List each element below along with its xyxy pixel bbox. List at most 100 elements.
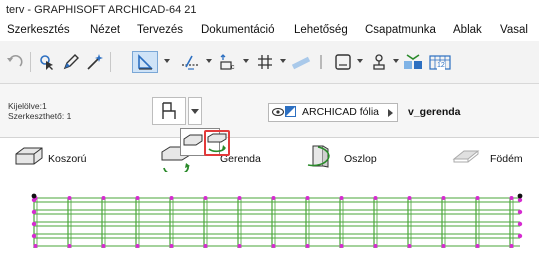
beam-node[interactable]	[101, 244, 106, 248]
highlighted-beam-rotate-option[interactable]	[204, 130, 230, 156]
beam-grid-drawing	[31, 193, 523, 248]
trace-icon	[373, 54, 385, 70]
grid-snap-button[interactable]	[254, 51, 276, 73]
undo-icon	[7, 54, 23, 67]
beam-node[interactable]	[407, 244, 412, 248]
layers-button[interactable]	[332, 51, 354, 73]
dimension-icon: c	[220, 54, 235, 71]
beam-node[interactable]	[509, 244, 514, 248]
corner-hotspot[interactable]	[31, 193, 37, 199]
beam-node[interactable]	[517, 197, 523, 203]
beam-node[interactable]	[373, 196, 378, 200]
floor-plan-canvas[interactable]	[0, 180, 539, 248]
arrow-tool-icon	[40, 55, 53, 70]
beam-node[interactable]	[169, 196, 174, 200]
chevron-right-icon	[388, 109, 393, 117]
beam-node[interactable]	[203, 244, 208, 248]
beam-node[interactable]	[517, 221, 523, 227]
layer-color-icon	[285, 106, 296, 117]
beam-node[interactable]	[305, 196, 310, 200]
beam-node[interactable]	[339, 244, 344, 248]
beam-node[interactable]	[271, 196, 276, 200]
tool-koszoru[interactable]	[14, 144, 44, 170]
beam-node[interactable]	[31, 233, 37, 239]
beam-node[interactable]	[475, 244, 480, 248]
beam-node[interactable]	[475, 196, 480, 200]
align-icon	[182, 55, 198, 70]
align-button[interactable]	[178, 51, 202, 73]
beam-koszoru-icon	[15, 147, 43, 165]
beam-node[interactable]	[237, 196, 242, 200]
beam-node[interactable]	[305, 244, 310, 248]
beam-node[interactable]	[441, 196, 446, 200]
tool-fodem-label: Födém	[490, 153, 523, 165]
element-type-button[interactable]	[152, 97, 186, 125]
editable-count: Szerkeszthető: 1	[8, 111, 72, 121]
beam-node[interactable]	[517, 233, 523, 239]
chevron-down-icon[interactable]	[280, 58, 286, 64]
beam-node[interactable]	[31, 221, 37, 227]
chevron-down-icon[interactable]	[243, 58, 249, 64]
beam-node[interactable]	[509, 196, 514, 200]
beam-node[interactable]	[135, 196, 140, 200]
fill-button[interactable]	[314, 51, 328, 73]
beam-node[interactable]	[169, 244, 174, 248]
beam-node[interactable]	[373, 244, 378, 248]
eye-icon[interactable]	[272, 107, 284, 117]
toolbar-divider	[110, 52, 111, 72]
magic-wand-button[interactable]	[84, 51, 106, 73]
zoom-level-icon	[404, 54, 422, 69]
beam-rotate-icon	[207, 133, 227, 153]
selected-count: Kijelölve:1	[8, 101, 47, 111]
line-button[interactable]	[290, 51, 312, 73]
pencil-button[interactable]	[60, 51, 82, 73]
beam-node[interactable]	[339, 196, 344, 200]
beam-node[interactable]	[33, 244, 38, 248]
fill-icon	[320, 55, 322, 69]
menu-ablak[interactable]: Ablak	[453, 24, 482, 36]
beam-node[interactable]	[203, 196, 208, 200]
trace-button[interactable]	[368, 51, 390, 73]
chevron-down-icon[interactable]	[164, 58, 170, 64]
marquee-button[interactable]	[132, 51, 158, 73]
beam-variant-icon[interactable]	[182, 131, 204, 153]
element-type-dropdown[interactable]	[188, 97, 202, 125]
profile-name: v_gerenda	[408, 106, 461, 118]
tool-koszoru-label: Koszorú	[48, 153, 87, 165]
toolbar-divider	[30, 52, 31, 72]
beam-node[interactable]	[31, 209, 37, 215]
rectangle-marquee-icon	[138, 54, 153, 70]
chevron-down-icon[interactable]	[357, 58, 363, 64]
menu-csapatmunka[interactable]: Csapatmunka	[365, 24, 436, 36]
slab-icon	[452, 150, 480, 163]
menu-tervezes[interactable]: Tervezés	[137, 24, 183, 36]
beam-node[interactable]	[517, 209, 523, 215]
layers-icon	[335, 54, 351, 70]
menu-dokumentacio[interactable]: Dokumentáció	[201, 24, 275, 36]
beam-node[interactable]	[67, 196, 72, 200]
undo-button[interactable]	[4, 51, 26, 73]
column-icon	[307, 145, 330, 168]
beam-node[interactable]	[67, 244, 72, 248]
3d-view-button[interactable]	[402, 51, 424, 73]
menu-vasal[interactable]: Vasal	[500, 24, 528, 36]
beam-node[interactable]	[101, 196, 106, 200]
tool-fodem[interactable]	[452, 145, 480, 169]
beam-node[interactable]	[237, 244, 242, 248]
menu-lehetoseg[interactable]: Lehetőség	[294, 24, 348, 36]
dimension-button[interactable]: c	[218, 51, 240, 73]
beam-node[interactable]	[441, 244, 446, 248]
tool-oszlop[interactable]	[306, 143, 334, 169]
svg-text:c: c	[231, 64, 235, 71]
beam-node[interactable]	[271, 244, 276, 248]
corner-hotspot[interactable]	[517, 193, 523, 199]
menu-szerkesztes[interactable]: Szerkesztés	[7, 24, 70, 36]
magic-wand-icon	[87, 54, 103, 70]
chevron-down-icon[interactable]	[206, 58, 212, 64]
grid-size-label: 12	[437, 62, 445, 70]
beam-node[interactable]	[407, 196, 412, 200]
beam-node[interactable]	[135, 244, 140, 248]
menu-nezet[interactable]: Nézet	[90, 24, 120, 36]
pick-up-button[interactable]	[36, 51, 58, 73]
chevron-down-icon[interactable]	[393, 58, 399, 64]
